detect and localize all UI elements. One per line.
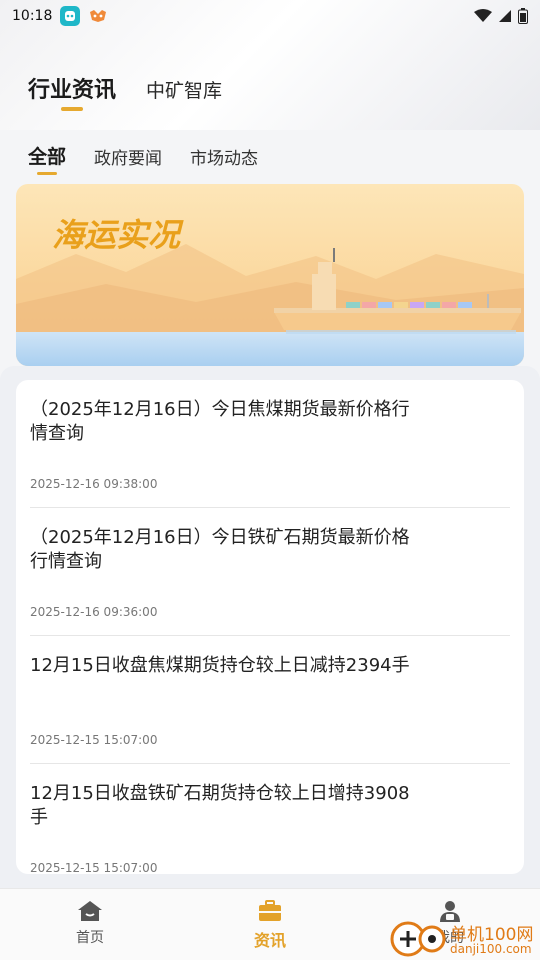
status-time: 10:18 <box>12 8 53 24</box>
tab-think-tank-label: 中矿智库 <box>146 80 223 102</box>
watermark-logo-icon <box>390 921 446 957</box>
watermark-url: danji100.com <box>450 942 532 956</box>
news-list: （2025年12月16日）今日焦煤期货最新价格行情查询 2025-12-16 0… <box>16 380 524 874</box>
banner-illustration: 海运实况 <box>16 184 524 366</box>
news-time: 2025-12-15 15:07:00 <box>30 733 158 747</box>
news-item[interactable]: 12月15日收盘焦煤期货持仓较上日减持2394手 2025-12-15 15:0… <box>30 636 510 764</box>
nav-home-label: 首页 <box>76 930 104 946</box>
shipping-banner[interactable]: 海运实况 <box>16 184 524 366</box>
category-tabs: 全部 政府要闻 市场动态 <box>28 142 258 175</box>
news-title: （2025年12月16日）今日铁矿石期货最新价格行情查询 <box>30 527 410 572</box>
news-time: 2025-12-16 09:36:00 <box>30 605 158 619</box>
nav-news-label: 资讯 <box>253 931 286 950</box>
tab-industry-news-label: 行业资讯 <box>28 78 117 103</box>
category-tab-government[interactable]: 政府要闻 <box>94 144 162 169</box>
game-notification-icon <box>88 6 108 26</box>
battery-icon <box>518 8 528 24</box>
category-tab-government-label: 政府要闻 <box>94 149 163 169</box>
active-category-indicator <box>37 172 57 175</box>
home-icon <box>78 901 102 921</box>
news-title: （2025年12月16日）今日焦煤期货最新价格行情查询 <box>30 399 410 444</box>
category-tab-market[interactable]: 市场动态 <box>190 144 258 169</box>
news-panel: （2025年12月16日）今日焦煤期货最新价格行情查询 2025-12-16 0… <box>0 366 540 888</box>
tab-industry-news[interactable]: 行业资讯 <box>28 72 117 111</box>
news-item[interactable]: （2025年12月16日）今日铁矿石期货最新价格行情查询 2025-12-16 … <box>30 508 510 636</box>
main-tabs: 行业资讯 中矿智库 <box>28 72 222 111</box>
news-title: 12月15日收盘铁矿石期货持仓较上日增持3908手 <box>30 783 410 828</box>
news-item[interactable]: 12月15日收盘铁矿石期货持仓较上日增持3908手 2025-12-15 15:… <box>30 764 510 874</box>
category-tab-market-label: 市场动态 <box>190 149 259 169</box>
category-tab-all[interactable]: 全部 <box>28 142 67 175</box>
nav-news[interactable]: 资讯 <box>225 899 315 951</box>
app-notification-icon <box>60 6 81 26</box>
signal-icon <box>499 10 511 22</box>
news-item[interactable]: （2025年12月16日）今日焦煤期货最新价格行情查询 2025-12-16 0… <box>30 380 510 508</box>
news-time: 2025-12-16 09:38:00 <box>30 477 158 491</box>
status-bar: 10:18 <box>0 0 540 32</box>
category-tab-all-label: 全部 <box>28 146 67 168</box>
banner-title: 海运实况 <box>52 216 184 254</box>
nav-home[interactable]: 首页 <box>45 899 135 947</box>
active-tab-indicator <box>61 107 83 111</box>
briefcase-icon <box>259 900 281 921</box>
wifi-icon <box>474 9 492 22</box>
news-title: 12月15日收盘焦煤期货持仓较上日减持2394手 <box>30 655 410 676</box>
tab-think-tank[interactable]: 中矿智库 <box>146 76 222 104</box>
site-watermark: 单机100网 danji100.com <box>388 914 540 960</box>
news-time: 2025-12-15 15:07:00 <box>30 861 158 874</box>
